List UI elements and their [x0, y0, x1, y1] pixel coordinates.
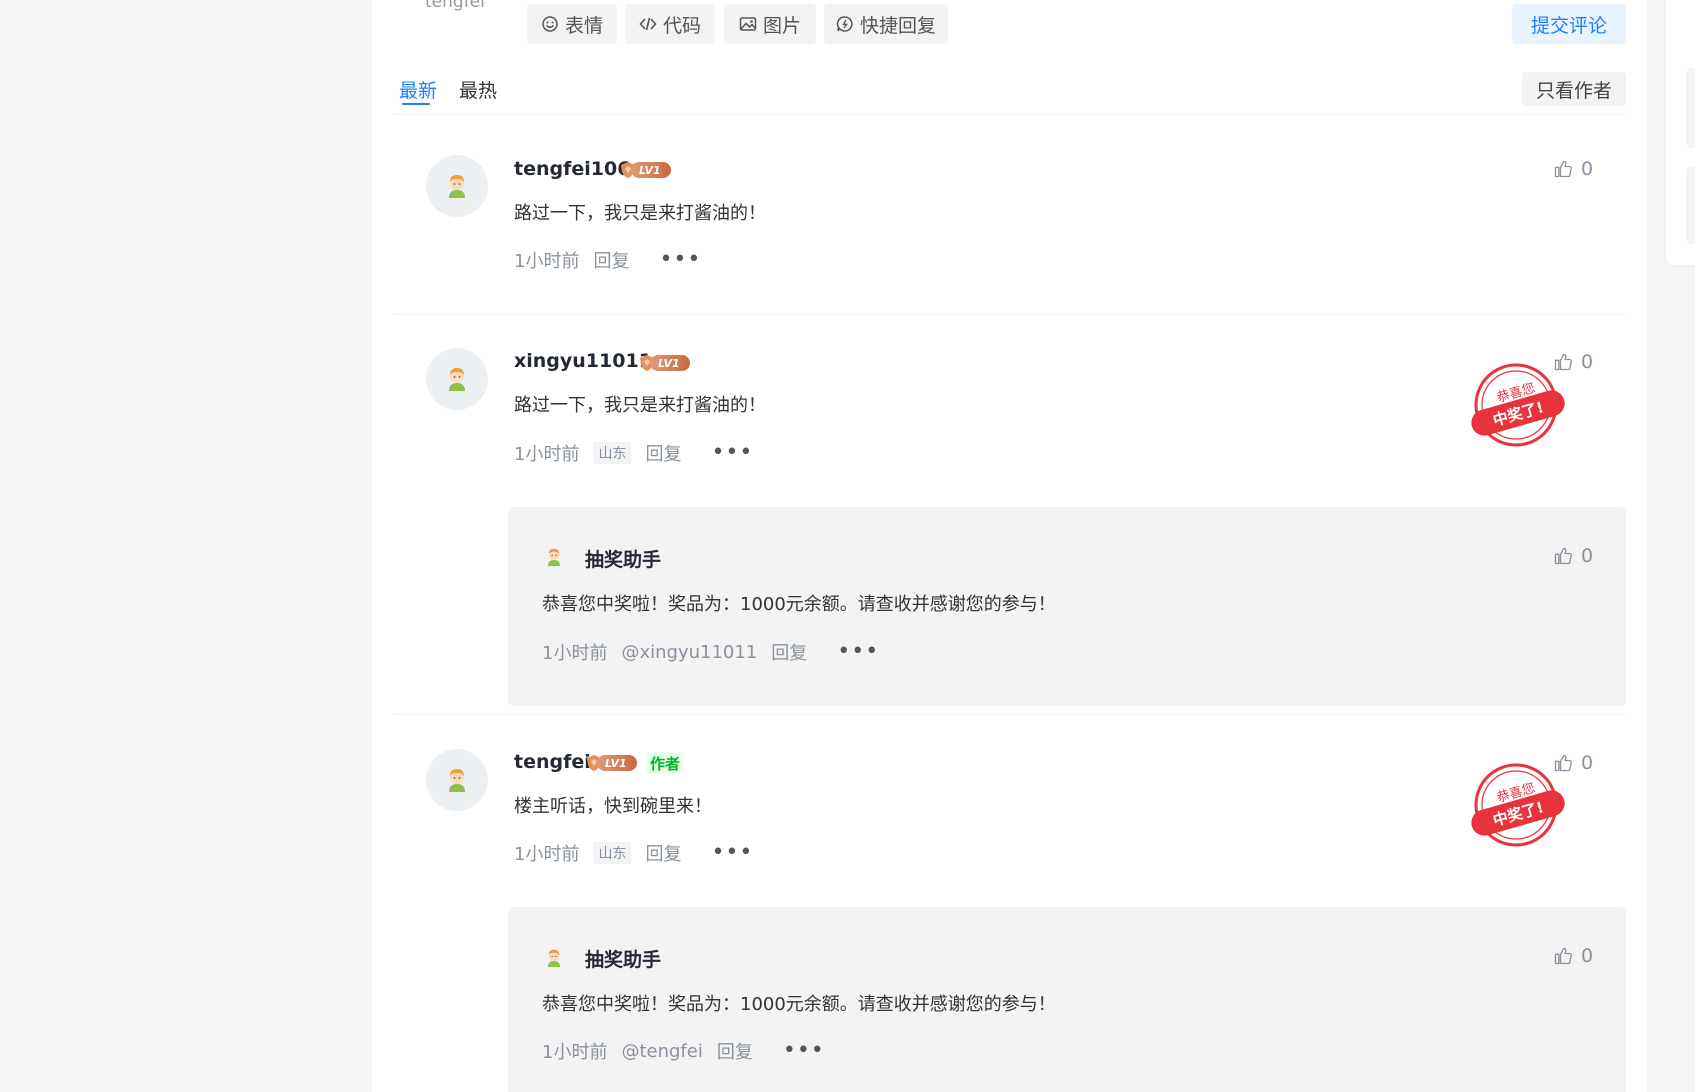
code-button[interactable]: 代码 [625, 4, 715, 44]
comment-username[interactable]: tengfei [514, 751, 591, 773]
bot-avatar-icon [542, 545, 566, 569]
reply-text: 恭喜您中奖啦！奖品为：1000元余额。请查收并感谢您的参与！ [542, 594, 1056, 615]
tab-hottest[interactable]: 最热 [459, 76, 497, 103]
comment-time: 1小时前 [514, 251, 580, 272]
quick-reply-label: 快捷回复 [859, 14, 936, 37]
level-badge: LV1 [638, 354, 690, 372]
like-count: 0 [1581, 945, 1594, 967]
user-avatar-icon [441, 170, 473, 202]
previous-username: tengfei [425, 0, 485, 12]
author-only-button[interactable]: 只看作者 [1522, 72, 1626, 106]
user-avatar-icon [441, 363, 473, 395]
more-icon[interactable]: ••• [711, 842, 753, 864]
side-card-edge [1686, 166, 1695, 244]
reply-button[interactable]: 回复 [717, 1038, 753, 1064]
reply-text: 恭喜您中奖啦！奖品为：1000元余额。请查收并感谢您的参与！ [542, 994, 1056, 1015]
code-label: 代码 [662, 14, 701, 37]
reply-button[interactable]: 回复 [645, 840, 681, 866]
region-badge: 山东 [593, 442, 632, 464]
tab-latest[interactable]: 最新 [399, 76, 437, 103]
comment-username[interactable]: tengfei106 [514, 158, 630, 180]
side-card-edge [1686, 68, 1695, 148]
like-count: 0 [1581, 752, 1594, 774]
comment-username[interactable]: xingyu11011 [514, 350, 652, 372]
reply-username[interactable]: 抽奖助手 [585, 945, 661, 972]
like-button[interactable]: 0 [1553, 545, 1593, 567]
submit-comment-button[interactable]: 提交评论 [1512, 4, 1626, 44]
like-count: 0 [1581, 351, 1594, 373]
more-icon[interactable]: ••• [837, 641, 879, 663]
reply-box: 抽奖助手 恭喜您中奖啦！奖品为：1000元余额。请查收并感谢您的参与！ 1小时前… [508, 907, 1626, 1092]
thumbs-up-icon [1553, 159, 1573, 179]
avatar[interactable] [426, 749, 488, 811]
image-button[interactable]: 图片 [724, 4, 816, 44]
author-tag: 作者 [646, 752, 685, 774]
region-badge: 山东 [593, 842, 632, 864]
like-count: 0 [1581, 158, 1594, 180]
bot-avatar[interactable] [538, 942, 570, 974]
quick-reply-icon [836, 16, 853, 32]
like-button[interactable]: 0 [1553, 945, 1593, 967]
more-icon[interactable]: ••• [659, 249, 701, 271]
smile-icon [542, 16, 558, 32]
reply-time: 1小时前 [542, 643, 608, 664]
divider [393, 714, 1626, 715]
reply-button[interactable]: 回复 [645, 440, 681, 466]
user-avatar-icon [441, 764, 473, 796]
comment-time: 1小时前 [514, 444, 580, 465]
reply-meta: 1小时前 @tengfei 回复 ••• [542, 1038, 825, 1064]
level-badge: LV1 [619, 161, 671, 179]
level-badge: LV1 [585, 754, 637, 772]
reply-meta: 1小时前 @xingyu11011 回复 ••• [542, 639, 879, 665]
divider [393, 114, 1626, 115]
comment-text: 路过一下，我只是来打酱油的！ [514, 395, 766, 416]
image-label: 图片 [762, 14, 801, 37]
reply-mention[interactable]: @xingyu11011 [621, 642, 757, 663]
bot-avatar-icon [542, 946, 566, 970]
reply-button[interactable]: 回复 [593, 247, 629, 273]
comment-time: 1小时前 [514, 844, 580, 865]
code-icon [639, 17, 657, 31]
quick-reply-button[interactable]: 快捷回复 [824, 4, 948, 44]
more-icon[interactable]: ••• [783, 1040, 825, 1062]
avatar[interactable] [426, 155, 488, 217]
more-icon[interactable]: ••• [711, 442, 753, 464]
reply-username[interactable]: 抽奖助手 [585, 545, 661, 572]
comment-meta: 1小时前 山东 回复 ••• [514, 440, 753, 466]
like-count: 0 [1581, 545, 1594, 567]
avatar[interactable] [426, 348, 488, 410]
divider [393, 314, 1626, 315]
comment-text: 路过一下，我只是来打酱油的！ [514, 203, 766, 224]
thumbs-up-icon [1553, 946, 1573, 966]
reply-button[interactable]: 回复 [771, 639, 807, 665]
image-icon [739, 17, 757, 31]
comment-meta: 1小时前 回复 ••• [514, 247, 701, 273]
like-button[interactable]: 0 [1553, 158, 1593, 180]
reply-time: 1小时前 [542, 1042, 608, 1063]
comment-meta: 1小时前 山东 回复 ••• [514, 840, 753, 866]
reply-box: 抽奖助手 恭喜您中奖啦！奖品为：1000元余额。请查收并感谢您的参与！ 1小时前… [508, 507, 1626, 706]
emoji-button[interactable]: 表情 [527, 4, 617, 44]
emoji-label: 表情 [564, 14, 603, 37]
reply-mention[interactable]: @tengfei [621, 1041, 702, 1062]
comment-text: 楼主听话，快到碗里来！ [514, 796, 712, 817]
thumbs-up-icon [1553, 546, 1573, 566]
winner-stamp: 恭喜您 中奖了! [1468, 762, 1568, 848]
bot-avatar[interactable] [538, 541, 570, 573]
winner-stamp: 恭喜您 中奖了! [1468, 362, 1568, 448]
active-tab-indicator [402, 103, 430, 105]
